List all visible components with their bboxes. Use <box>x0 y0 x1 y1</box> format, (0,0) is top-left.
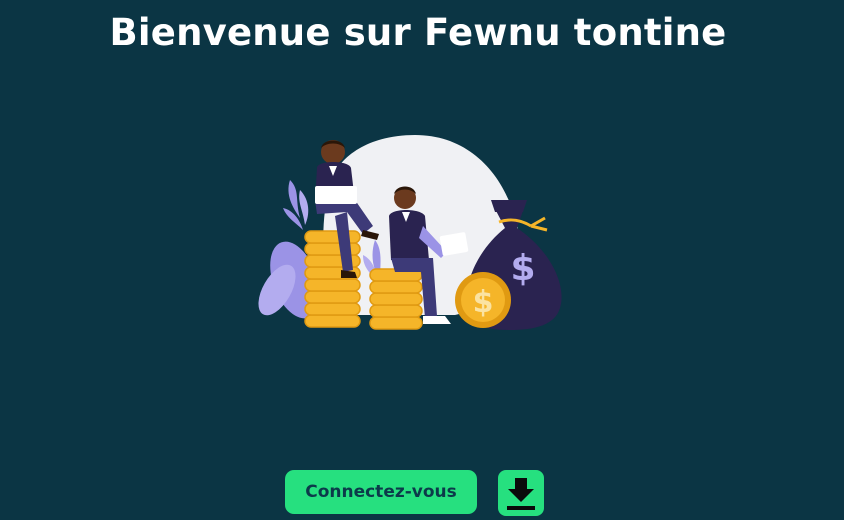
page-title: Bienvenue sur Fewnu tontine <box>109 11 727 54</box>
coin-stack-right <box>369 268 423 330</box>
svg-text:$: $ <box>510 248 535 289</box>
connect-button[interactable]: Connectez-vous <box>285 470 477 514</box>
coin-large: $ <box>455 272 511 328</box>
download-button[interactable] <box>498 470 544 516</box>
svg-text:$: $ <box>473 285 494 320</box>
finance-illustration: $ $ <box>255 130 575 335</box>
coin-stack-left <box>304 230 361 328</box>
download-icon <box>507 478 535 510</box>
